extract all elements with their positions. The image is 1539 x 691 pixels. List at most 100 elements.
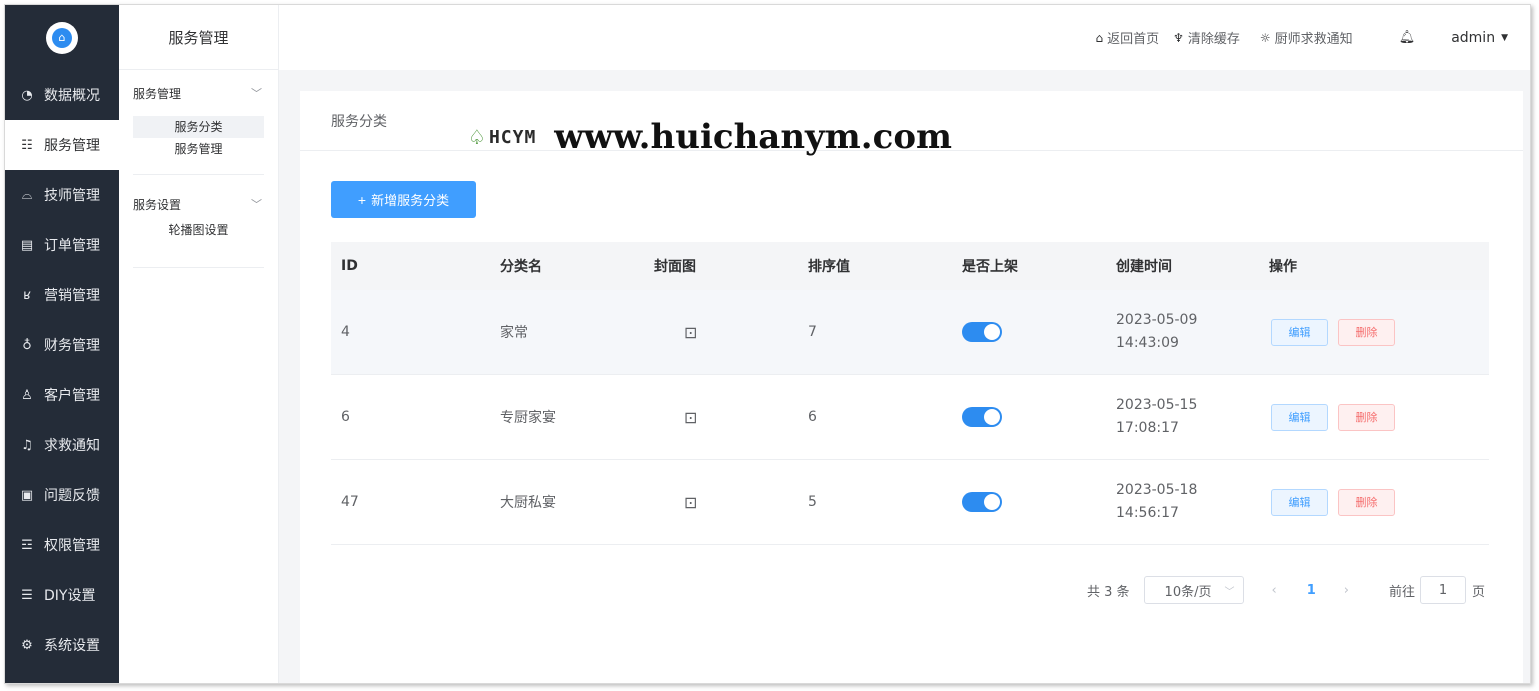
- image-icon[interactable]: ⊡: [654, 493, 697, 512]
- header-id: ID: [341, 258, 358, 274]
- category-table: ID 分类名 封面图 排序值 是否上架 创建时间 操作 4 家常 ⊡ 7 202…: [331, 242, 1489, 545]
- home-icon: ⌂: [1095, 30, 1104, 45]
- sidebar-item-permission[interactable]: ☲ 权限管理: [5, 520, 119, 570]
- pagination-total: 共 3 条: [1087, 584, 1130, 600]
- cell-id: 4: [341, 324, 350, 340]
- on-shelf-toggle[interactable]: [962, 492, 1002, 512]
- sidebar-item-diy[interactable]: ☰ DIY设置: [5, 570, 119, 620]
- watermark-mark: HCYM: [488, 126, 537, 148]
- feedback-icon: ▣: [20, 487, 34, 503]
- sidebar-item-settings[interactable]: ⚙ 系统设置: [5, 620, 119, 670]
- money-bag-icon: ♁: [22, 337, 32, 353]
- sidebar-item-feedback[interactable]: ▣ 问题反馈: [5, 470, 119, 520]
- image-icon[interactable]: ⊡: [654, 323, 697, 342]
- sub-sidebar: 服务管理 服务管理 ﹀ 服务分类 服务管理 服务设置 ﹀ 轮播图设置: [119, 5, 279, 683]
- table-row: 47 大厨私宴 ⊡ 5 2023-05-18 14:56:17 编辑 删除: [331, 460, 1489, 545]
- sos-notice-link[interactable]: ☼ 厨师求救通知: [1259, 28, 1353, 48]
- plus-icon: +: [357, 191, 367, 208]
- delete-button[interactable]: 删除: [1338, 318, 1395, 346]
- chevron-down-icon: ﹀: [251, 87, 262, 100]
- cell-date: 2023-05-09: [1116, 312, 1198, 328]
- top-bar: ⌂ 返回首页 ♆ 清除缓存 ☼ 厨师求救通知 🔔︎ admin ▼: [279, 5, 1530, 70]
- watermark: ♤ HCYM www.huichanym.com: [468, 117, 952, 157]
- page-size-select[interactable]: 10条/页 ﹀: [1143, 576, 1244, 604]
- goto-page-input[interactable]: [1420, 576, 1467, 604]
- table-row: 6 专厨家宴 ⊡ 6 2023-05-15 17:08:17 编辑 删除: [331, 375, 1489, 460]
- cell-time: 17:08:17: [1116, 420, 1179, 436]
- sidebar-item-order[interactable]: ▤ 订单管理: [5, 220, 119, 270]
- cell-sort: 6: [808, 409, 817, 425]
- diy-icon: ☰: [21, 587, 33, 603]
- subnav-link-category[interactable]: 服务分类: [133, 116, 264, 138]
- caret-down-icon: ▼: [1501, 32, 1508, 43]
- cell-time: 14:43:09: [1116, 335, 1179, 351]
- sidebar-item-finance[interactable]: ♁ 财务管理: [5, 320, 119, 370]
- prev-page-icon[interactable]: ‹: [1272, 583, 1277, 598]
- pie-chart-icon: ◔: [21, 87, 33, 103]
- cell-date: 2023-05-18: [1116, 482, 1198, 498]
- sidebar-item-service[interactable]: ☷ 服务管理: [5, 120, 119, 170]
- edit-button[interactable]: 编辑: [1271, 318, 1328, 346]
- bell-icon: ♫: [21, 437, 33, 453]
- content-card: 服务分类 ♤ HCYM www.huichanym.com + 新增服务分类 ID…: [300, 91, 1523, 683]
- cell-name: 大厨私宴: [500, 495, 556, 511]
- delete-button[interactable]: 删除: [1338, 403, 1395, 431]
- table-header: ID 分类名 封面图 排序值 是否上架 创建时间 操作: [331, 242, 1489, 290]
- header-created: 创建时间: [1116, 259, 1172, 275]
- header-sort: 排序值: [808, 259, 850, 275]
- main-sidebar: ⌂ ◔ 数据概况 ☷ 服务管理 ⌓ 技师管理 ▤ 订单管理 ʁ 营销管理 ♁ 财务管理 ♙ 客…: [5, 5, 119, 683]
- delete-button[interactable]: 删除: [1338, 488, 1395, 516]
- subnav-group-service: 服务管理 ﹀ 服务分类 服务管理: [133, 70, 264, 175]
- chevron-down-icon: ﹀: [1224, 586, 1235, 598]
- home-link[interactable]: ⌂ 返回首页: [1095, 28, 1159, 48]
- alarm-icon: ☼: [1259, 30, 1271, 45]
- add-category-button[interactable]: + 新增服务分类: [331, 181, 476, 218]
- user-menu[interactable]: admin ▼: [1451, 30, 1508, 46]
- header-on-shelf: 是否上架: [962, 259, 1018, 275]
- header-actions: 操作: [1269, 259, 1297, 275]
- shovel-icon: ♤: [468, 125, 486, 149]
- pagination: 共 3 条 10条/页﹀ ‹ 1 › 前往 页: [1087, 576, 1485, 604]
- sidebar-item-technician[interactable]: ⌓ 技师管理: [5, 170, 119, 220]
- cell-time: 14:56:17: [1116, 505, 1179, 521]
- on-shelf-toggle[interactable]: [962, 407, 1002, 427]
- header-name: 分类名: [500, 259, 542, 275]
- sidebar-item-customer[interactable]: ♙ 客户管理: [5, 370, 119, 420]
- header-cover: 封面图: [654, 259, 696, 275]
- app-window: ⌂ ◔ 数据概况 ☷ 服务管理 ⌓ 技师管理 ▤ 订单管理 ʁ 营销管理 ♁ 财务管理 ♙ 客…: [4, 4, 1531, 684]
- sidebar-item-marketing[interactable]: ʁ 营销管理: [5, 270, 119, 320]
- gear-icon: ⚙: [21, 637, 33, 653]
- edit-button[interactable]: 编辑: [1271, 488, 1328, 516]
- permission-icon: ☲: [21, 537, 33, 553]
- edit-button[interactable]: 编辑: [1271, 403, 1328, 431]
- clear-cache-link[interactable]: ♆ 清除缓存: [1173, 28, 1240, 48]
- subnav-link-banner[interactable]: 轮播图设置: [133, 219, 264, 241]
- cell-id: 6: [341, 409, 350, 425]
- cell-name: 家常: [500, 325, 528, 341]
- sidebar-item-sos[interactable]: ♫ 求救通知: [5, 420, 119, 470]
- home-logo-icon: ⌂: [52, 27, 72, 48]
- users-icon: ♙: [21, 387, 33, 403]
- image-icon[interactable]: ⊡: [654, 408, 697, 427]
- chevron-down-icon: ﹀: [251, 198, 262, 211]
- cell-date: 2023-05-15: [1116, 397, 1198, 413]
- notification-bell-icon[interactable]: 🔔︎: [1399, 30, 1416, 45]
- sub-sidebar-title: 服务管理: [119, 5, 278, 70]
- watermark-url: www.huichanym.com: [554, 117, 952, 157]
- table-row: 4 家常 ⊡ 7 2023-05-09 14:43:09 编辑 删除: [331, 290, 1489, 375]
- subnav-group-header[interactable]: 服务管理 ﹀: [133, 70, 264, 116]
- marketing-icon: ʁ: [23, 287, 31, 303]
- broom-icon: ♆: [1173, 30, 1184, 45]
- goto-label: 前往: [1389, 584, 1416, 600]
- next-page-icon[interactable]: ›: [1344, 583, 1349, 598]
- subnav-group-settings: 服务设置 ﹀ 轮播图设置: [133, 175, 264, 268]
- cell-sort: 5: [808, 494, 817, 510]
- calendar-icon: ☷: [21, 137, 33, 153]
- logo[interactable]: ⌂: [5, 5, 119, 70]
- sidebar-item-overview[interactable]: ◔ 数据概况: [5, 70, 119, 120]
- on-shelf-toggle[interactable]: [962, 322, 1002, 342]
- subnav-link-service[interactable]: 服务管理: [133, 138, 264, 160]
- cell-sort: 7: [808, 324, 817, 340]
- cell-name: 专厨家宴: [500, 410, 556, 426]
- page-number[interactable]: 1: [1307, 583, 1316, 598]
